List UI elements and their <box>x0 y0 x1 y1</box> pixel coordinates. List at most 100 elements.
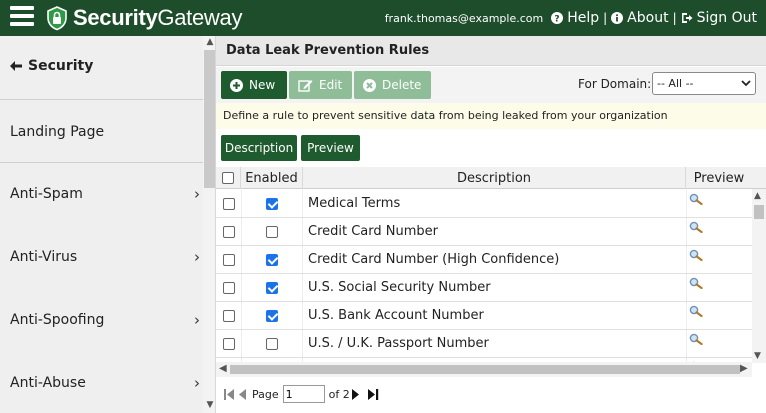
chevron-right-icon: › <box>194 311 200 329</box>
previous-page-icon[interactable] <box>238 388 246 400</box>
enabled-cell <box>241 190 303 217</box>
sidebar-divider <box>0 99 203 100</box>
enabled-checkbox[interactable] <box>266 225 278 238</box>
first-page-icon[interactable] <box>224 388 235 400</box>
row-select-checkbox[interactable] <box>222 337 235 350</box>
sidebar-back-security[interactable]: Security <box>0 52 202 80</box>
magnifier-icon[interactable] <box>689 277 703 293</box>
tab-preview[interactable]: Preview <box>301 135 360 161</box>
row-select-checkbox[interactable] <box>222 225 235 238</box>
table-row[interactable]: U.S. / U.K. Passport Number <box>216 330 752 358</box>
select-all-checkbox[interactable] <box>222 172 234 184</box>
sidebar-item-anti-spam[interactable]: Anti-Spam › <box>0 180 202 208</box>
new-button[interactable]: New <box>221 71 287 99</box>
chevron-right-icon: › <box>194 248 200 266</box>
table-horizontal-scrollbar[interactable]: ◀ ▶ <box>216 362 752 377</box>
shield-lock-icon <box>47 6 67 31</box>
preview-cell <box>686 246 752 273</box>
brand-name: SecurityGateway <box>73 5 243 30</box>
enabled-checkbox[interactable] <box>266 337 278 350</box>
scroll-up-icon[interactable]: ▲ <box>754 191 761 201</box>
domain-select[interactable]: -- All -- <box>652 72 756 95</box>
rule-description: Medical Terms <box>308 196 401 211</box>
row-select-cell <box>216 218 241 245</box>
magnifier-icon[interactable] <box>689 305 703 321</box>
delete-label: Delete <box>382 78 422 92</box>
scroll-down-icon[interactable]: ▼ <box>754 351 761 361</box>
table-row[interactable]: Medical Terms <box>216 190 752 218</box>
sign-out-label: Sign Out <box>696 10 757 26</box>
pencil-square-icon <box>298 79 313 92</box>
domain-selected-value: -- All -- <box>657 77 694 90</box>
page-label: Page <box>252 387 279 401</box>
edit-button[interactable]: Edit <box>289 71 352 99</box>
user-email: frank.thomas@example.com <box>384 11 544 25</box>
table-vertical-scrollbar[interactable]: ▲ ▼ <box>752 189 766 363</box>
scroll-thumb[interactable] <box>754 205 764 219</box>
edit-label: Edit <box>319 78 343 92</box>
magnifier-icon[interactable] <box>689 193 703 209</box>
about-link[interactable]: About <box>611 10 669 26</box>
column-header-enabled[interactable]: Enabled <box>241 167 303 189</box>
domain-label: For Domain: <box>578 77 652 91</box>
table-row[interactable]: Credit Card Number <box>216 218 752 246</box>
select-all-cell <box>216 167 241 189</box>
table-row[interactable]: Credit Card Number (High Confidence) <box>216 246 752 274</box>
chevron-right-icon: › <box>194 374 200 392</box>
enabled-cell <box>241 246 303 273</box>
sidebar-item-anti-spoofing[interactable]: Anti-Spoofing › <box>0 306 202 334</box>
table-row[interactable]: U.S. Social Security Number <box>216 274 752 302</box>
scroll-left-icon[interactable]: ◀ <box>219 363 227 374</box>
magnifier-icon[interactable] <box>689 333 703 349</box>
scroll-thumb[interactable] <box>204 50 215 188</box>
scroll-right-icon[interactable]: ▶ <box>740 363 748 374</box>
last-page-icon[interactable] <box>367 388 379 400</box>
delete-button[interactable]: Delete <box>354 71 431 99</box>
enabled-cell <box>241 218 303 245</box>
rule-description: U.S. Social Security Number <box>308 280 491 295</box>
sidebar-scrollbar[interactable]: ▲ ▼ <box>203 36 215 413</box>
enabled-checkbox[interactable] <box>266 309 278 322</box>
enabled-checkbox[interactable] <box>266 197 278 210</box>
magnifier-icon[interactable] <box>689 249 703 265</box>
row-select-cell <box>216 246 241 273</box>
tab-description[interactable]: Description <box>221 135 297 161</box>
enabled-checkbox[interactable] <box>266 253 278 266</box>
row-select-checkbox[interactable] <box>222 197 235 210</box>
sidebar-item-landing-page[interactable]: Landing Page <box>0 118 202 146</box>
row-select-checkbox[interactable] <box>222 309 235 322</box>
help-link[interactable]: ? Help <box>551 10 599 26</box>
preview-cell <box>686 330 752 357</box>
sidebar-item-label: Anti-Virus <box>10 249 78 265</box>
row-select-cell <box>216 190 241 217</box>
preview-cell <box>686 274 752 301</box>
magnifier-icon[interactable] <box>689 221 703 237</box>
column-header-preview[interactable]: Preview <box>686 167 752 189</box>
table-header: Enabled Description Preview <box>216 167 766 189</box>
preview-cell <box>686 218 752 245</box>
user-menu: frank.thomas@example.com ? Help | About … <box>385 0 757 36</box>
row-select-checkbox[interactable] <box>222 281 235 294</box>
brand-logo[interactable]: SecurityGateway <box>44 4 242 32</box>
next-page-icon[interactable] <box>351 388 360 400</box>
scroll-down-icon[interactable]: ▼ <box>205 400 215 410</box>
sidebar-item-anti-virus[interactable]: Anti-Virus › <box>0 243 202 271</box>
sign-out-link[interactable]: Sign Out <box>681 10 757 26</box>
column-header-description[interactable]: Description <box>303 167 686 189</box>
row-select-checkbox[interactable] <box>222 253 235 266</box>
table-row[interactable]: U.S. Bank Account Number <box>216 302 752 330</box>
page-number-input[interactable] <box>282 385 325 403</box>
enabled-checkbox[interactable] <box>266 281 278 294</box>
info-banner: Define a rule to prevent sensitive data … <box>216 103 766 129</box>
x-circle-icon <box>363 78 376 92</box>
plus-circle-icon <box>230 78 243 92</box>
row-select-cell <box>216 330 241 357</box>
menu-icon[interactable] <box>10 6 34 28</box>
pager: Page of 2 <box>216 380 766 408</box>
main-panel: Data Leak Prevention Rules New Edit Dele… <box>216 36 766 413</box>
sidebar-back-label: Security <box>28 58 94 74</box>
scroll-thumb[interactable] <box>230 365 740 374</box>
scroll-up-icon[interactable]: ▲ <box>205 37 215 47</box>
sidebar-item-anti-abuse[interactable]: Anti-Abuse › <box>0 369 202 397</box>
svg-text:?: ? <box>555 15 560 25</box>
